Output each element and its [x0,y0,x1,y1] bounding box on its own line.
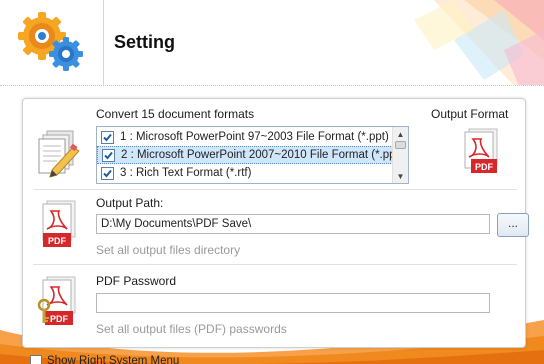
pdf-password-input[interactable] [96,293,490,313]
checkbox-unchecked-icon[interactable] [30,355,42,364]
output-path-label: Output Path: [96,196,164,210]
header-decoration [414,0,544,85]
list-item[interactable]: 1 : Microsoft PowerPoint 97~2003 File Fo… [97,128,393,146]
pdf-lock-icon: PDF [37,276,76,325]
section-divider [33,189,517,190]
header-separator [103,0,104,85]
formats-label: Convert 15 document formats [96,107,255,121]
section-divider [33,264,517,265]
svg-text:PDF: PDF [48,236,67,246]
output-path-hint: Set all output files directory [96,243,241,257]
pdf-badge-text: PDF [475,162,494,172]
settings-panel: Convert 15 document formats 1 : Microsof… [22,98,529,348]
checkbox-checked-icon[interactable] [102,148,115,162]
list-item-label: 1 : Microsoft PowerPoint 97~2003 File Fo… [120,131,389,143]
list-item-label: 2 : Microsoft PowerPoint 2007~2010 File … [121,149,393,161]
page-title: Setting [114,32,175,52]
scroll-down-arrow-icon[interactable]: ▼ [393,169,408,183]
pdf-password-label: PDF Password [96,274,177,288]
pdf-document-icon: PDF [42,200,76,247]
listbox-scrollbar[interactable]: ▲ ▼ [392,127,408,183]
svg-text:PDF: PDF [50,314,69,324]
list-item[interactable]: 2 : Microsoft PowerPoint 2007~2010 File … [97,146,393,164]
list-item-label: 3 : Rich Text Format (*.rtf) [120,167,252,179]
checkbox-checked-icon[interactable] [101,130,114,144]
pdf-document-icon[interactable]: PDF [461,127,501,177]
scroll-thumb[interactable] [395,141,406,149]
checkbox-checked-icon[interactable] [101,166,114,180]
output-format-label: Output Format [431,107,509,121]
gears-icon [18,12,83,71]
scroll-up-arrow-icon[interactable]: ▲ [393,127,408,141]
pdf-password-hint: Set all output files (PDF) passwords [96,322,287,336]
list-item[interactable]: 3 : Rich Text Format (*.rtf) [97,164,393,182]
show-right-menu-checkbox[interactable]: Show Right System Menu [30,355,179,364]
browse-button[interactable]: ... [497,213,529,237]
document-edit-icon [38,130,80,178]
formats-listbox[interactable]: 1 : Microsoft PowerPoint 97~2003 File Fo… [96,126,409,184]
output-path-input[interactable] [96,214,490,234]
show-right-menu-label: Show Right System Menu [47,355,180,364]
header-bar: Setting [0,0,544,86]
